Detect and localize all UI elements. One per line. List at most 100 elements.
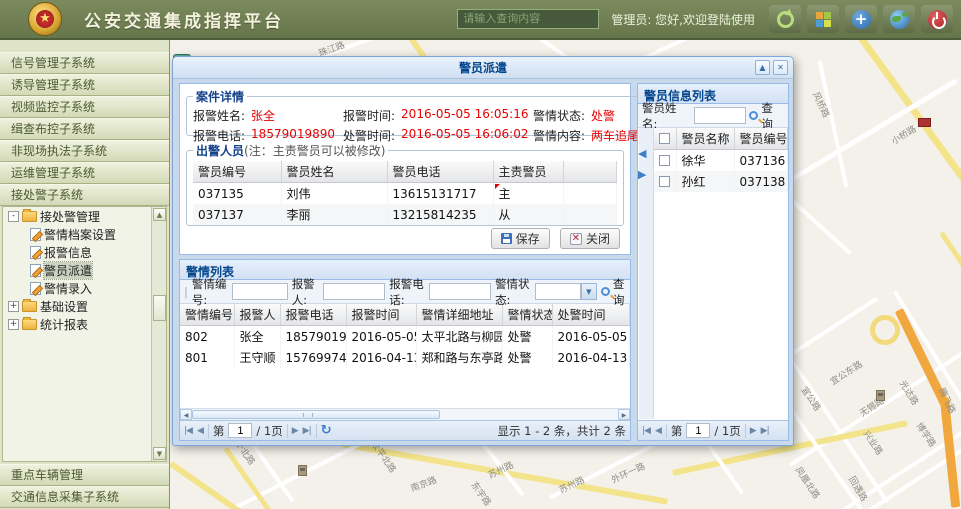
col-header[interactable]: 报警人 <box>234 304 280 326</box>
tree-node-archive-settings[interactable]: 警情档案设置 <box>3 225 166 243</box>
close-button[interactable]: ✕关闭 <box>560 228 620 249</box>
reporter-input[interactable] <box>323 283 385 300</box>
tree-node-alarm-info[interactable]: 报警信息 <box>3 243 166 261</box>
window-titlebar[interactable]: 警员派遣 ▲ ✕ <box>173 57 793 79</box>
col-header-checkbox[interactable] <box>654 128 676 150</box>
horizontal-scrollbar[interactable]: ◀ ▶ <box>180 408 630 420</box>
map-building-icon <box>876 390 885 401</box>
col-header-sorted[interactable]: 警情编号▼ <box>180 304 234 326</box>
map-road <box>851 40 961 192</box>
table-row[interactable]: 037137 李丽 13215814235 从 <box>193 204 617 225</box>
last-page-icon[interactable]: ▶ <box>761 422 770 440</box>
alert-search-button[interactable]: 查询 <box>601 276 626 308</box>
status-combo-input[interactable] <box>535 283 581 300</box>
alert-list-panel: 警情列表 | 警情编号: 报警人: 报警电话: 警情状态: ▼ 查询 警情编号▼… <box>179 259 631 441</box>
next-page-icon[interactable]: ▶ <box>292 422 299 440</box>
table-row[interactable]: 802 张全 18579019890 2016-05-05 16:... 太平北… <box>180 326 630 348</box>
officer-dispatch-window: 警员派遣 ▲ ✕ 案件详情 报警姓名:张全 报警时间:2016-05-05 16… <box>172 56 794 446</box>
scroll-up-icon[interactable]: ▲ <box>153 208 166 221</box>
expand-icon[interactable]: + <box>8 301 19 312</box>
sidebar-item-signal[interactable]: 信号管理子系统 <box>0 52 169 74</box>
field-label: 警情状态: <box>533 107 585 124</box>
power-icon[interactable] <box>921 5 953 33</box>
refresh-icon[interactable]: ↻ <box>321 423 332 438</box>
move-right-arrow-icon[interactable]: ▶ <box>638 168 646 181</box>
phone-input[interactable] <box>429 283 491 300</box>
case-details-fieldset: 案件详情 报警姓名:张全 报警时间:2016-05-05 16:05:16 警情… <box>186 88 660 136</box>
sidebar-item-guidance[interactable]: 诱导管理子系统 <box>0 74 169 96</box>
table-row[interactable]: 801 王守顺 15769974813 2016-04-13 12:... 郑和… <box>180 347 630 368</box>
page-number-input[interactable] <box>228 423 252 438</box>
scroll-right-icon[interactable]: ▶ <box>618 409 630 420</box>
sidebar-item-video[interactable]: 视频监控子系统 <box>0 96 169 118</box>
col-header[interactable]: 主责警员 <box>493 161 563 183</box>
tree-scrollbar[interactable]: ▲ ▼ <box>151 207 166 461</box>
table-row[interactable]: 孙红 037138 <box>654 171 788 192</box>
sidebar-item-investigation[interactable]: 缉查布控子系统 <box>0 118 169 140</box>
page-number-input[interactable] <box>686 423 710 438</box>
scroll-thumb[interactable] <box>153 295 166 321</box>
chevron-down-icon[interactable]: ▼ <box>581 283 597 300</box>
last-page-icon[interactable]: ▶ <box>303 422 312 440</box>
expand-icon[interactable]: + <box>8 319 19 330</box>
tree-node-statistics[interactable]: + 统计报表 <box>3 315 166 333</box>
col-header[interactable]: 警员编号 <box>193 161 281 183</box>
tree-node-officer-dispatch[interactable]: 警员派遣 <box>3 261 166 279</box>
row-checkbox[interactable] <box>659 176 670 187</box>
tree-node-dispatch-mgmt[interactable]: - 接处警管理 <box>3 207 166 225</box>
map-road-label: 小桥路 <box>889 122 919 147</box>
col-header[interactable]: 警员姓名 <box>281 161 387 183</box>
document-icon <box>30 282 41 295</box>
move-left-arrow-icon[interactable]: ◀ <box>638 147 646 160</box>
map-road-label: 凤凰北路 <box>793 464 824 501</box>
close-icon[interactable]: ✕ <box>773 60 788 75</box>
scroll-thumb[interactable] <box>192 410 440 419</box>
col-header[interactable]: 警情状态 <box>502 304 552 326</box>
case-details-legend: 案件详情 <box>193 88 247 105</box>
scroll-left-icon[interactable]: ◀ <box>180 409 192 420</box>
page-prefix: 第 <box>213 423 225 439</box>
col-header[interactable]: 警员名称 <box>676 128 734 150</box>
collapse-icon[interactable]: - <box>8 211 19 222</box>
col-header[interactable]: 警情详细地址 <box>416 304 502 326</box>
prev-page-icon[interactable]: ◀ <box>197 422 204 440</box>
apps-grid-icon[interactable] <box>807 5 839 33</box>
next-page-icon[interactable]: ▶ <box>750 422 757 440</box>
table-row[interactable]: 037135 刘伟 13615131717 主 <box>193 183 617 205</box>
map-road-label: 宜公路 <box>799 384 825 414</box>
select-all-checkbox[interactable] <box>659 133 670 144</box>
tree-node-basic-settings[interactable]: + 基础设置 <box>3 297 166 315</box>
global-search-input[interactable] <box>457 9 599 29</box>
save-button[interactable]: 保存 <box>491 228 550 249</box>
recycle-icon[interactable] <box>769 5 801 33</box>
header-buttons: + <box>769 5 953 33</box>
sidebar-item-traffic-collection[interactable]: 交通信息采集子系统 <box>0 486 169 508</box>
sidebar-item-dispatch-system[interactable]: 接处警子系统 <box>0 184 169 206</box>
officer-table: 警员名称 警员编号 徐华 037136 孙红 037138 <box>654 128 788 192</box>
dispatch-personnel-legend: 出警人员(注：主责警员可以被修改) <box>193 142 388 159</box>
officer-name-input[interactable] <box>694 107 746 124</box>
officer-search-button[interactable]: 查询 <box>749 100 784 132</box>
folder-icon <box>22 319 37 330</box>
row-checkbox[interactable] <box>659 155 670 166</box>
status-combo[interactable]: ▼ <box>535 283 597 300</box>
first-page-icon[interactable]: ◀ <box>184 422 193 440</box>
sidebar-item-offsite[interactable]: 非现场执法子系统 <box>0 140 169 162</box>
dispatch-table: 警员编号 警员姓名 警员电话 主责警员 037135 刘伟 1361513171… <box>193 161 617 225</box>
col-header[interactable]: 报警电话 <box>280 304 346 326</box>
col-header[interactable]: 警员编号 <box>734 128 788 150</box>
add-icon[interactable]: + <box>845 5 877 33</box>
tree-node-alert-entry[interactable]: 警情录入 <box>3 279 166 297</box>
scroll-down-icon[interactable]: ▼ <box>153 447 166 460</box>
alert-no-input[interactable] <box>232 283 288 300</box>
field-value: 2016-05-05 16:05:16 <box>401 107 528 124</box>
collapse-icon[interactable]: ▲ <box>755 60 770 75</box>
globe-icon[interactable] <box>883 5 915 33</box>
sidebar-item-key-vehicles[interactable]: 重点车辆管理 <box>0 464 169 486</box>
filter-label: 警情编号: <box>192 276 228 308</box>
prev-page-icon[interactable]: ◀ <box>655 422 662 440</box>
first-page-icon[interactable]: ◀ <box>642 422 651 440</box>
sidebar-item-ops[interactable]: 运维管理子系统 <box>0 162 169 184</box>
col-header[interactable]: 警员电话 <box>387 161 493 183</box>
table-row[interactable]: 徐华 037136 <box>654 150 788 172</box>
